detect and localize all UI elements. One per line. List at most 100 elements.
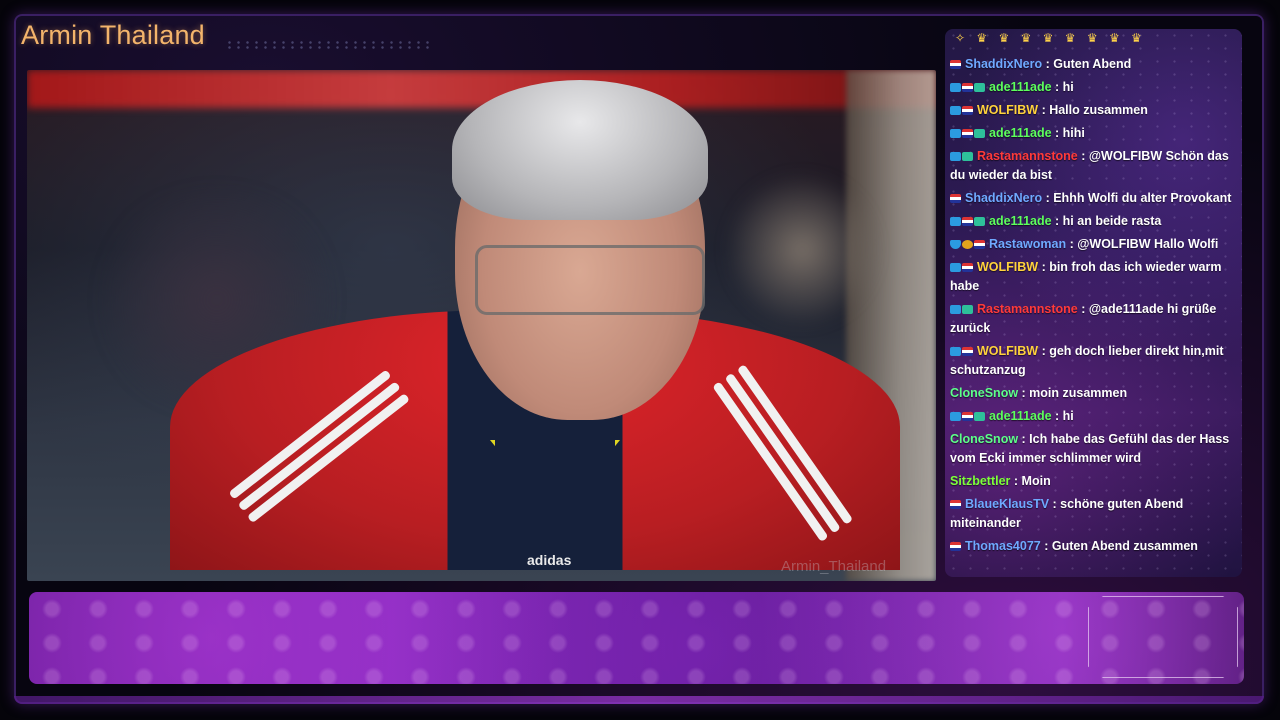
chat-message: WOLFIBW : bin froh das ich wieder warm h… (945, 256, 1242, 298)
chat-text: @WOLFIBW Hallo Wolfi (1077, 237, 1219, 251)
chat-username[interactable]: WOLFIBW (977, 103, 1038, 117)
chat-separator: : (1010, 474, 1022, 488)
flag-badge-icon (962, 216, 973, 226)
chat-text: Guten Abend (1053, 57, 1132, 71)
chat-text: Moin (1021, 474, 1051, 488)
chat-top-badges: ✧ ♛ ♛ ♛ ♛ ♛ ♛ ♛ ♛ (955, 31, 1146, 45)
sub-badge-icon (950, 411, 961, 421)
flag-badge-icon (974, 239, 985, 249)
chat-username[interactable]: BlaueKlausTV (965, 497, 1049, 511)
flag-badge-icon (962, 346, 973, 356)
shield-badge-icon (950, 239, 961, 249)
chat-message: ShaddixNero : Ehhh Wolfi du alter Provok… (945, 187, 1242, 210)
chat-badges (950, 300, 974, 319)
chat-message: ade111ade : hi (945, 405, 1242, 428)
chat-separator: : (1051, 80, 1063, 94)
chat-text: hi an beide rasta (1062, 214, 1162, 228)
sub-badge-icon (950, 346, 961, 356)
chat-username[interactable]: Rastamannstone (977, 302, 1078, 316)
chat-message: ade111ade : hi (945, 76, 1242, 99)
chat-username[interactable]: ade111ade (989, 80, 1052, 94)
chat-text: hihi (1062, 126, 1085, 140)
chat-separator: : (1038, 344, 1050, 358)
chat-username[interactable]: ShaddixNero (965, 57, 1042, 71)
sub-badge-icon (950, 151, 961, 161)
chat-username[interactable]: CloneSnow (950, 386, 1018, 400)
chat-username[interactable]: Rastamannstone (977, 149, 1078, 163)
sub-badge-icon (950, 105, 961, 115)
chat-panel[interactable]: ✧ ♛ ♛ ♛ ♛ ♛ ♛ ♛ ♛ ShaddixNero : Guten Ab… (945, 29, 1242, 577)
chat-username[interactable]: ade111ade (989, 126, 1052, 140)
chat-username[interactable]: WOLFIBW (977, 260, 1038, 274)
chat-username[interactable]: ShaddixNero (965, 191, 1042, 205)
flag-badge-icon (962, 82, 973, 92)
chat-badges (950, 235, 986, 254)
chat-badges (950, 342, 974, 361)
chat-separator: : (1077, 302, 1089, 316)
chat-separator: : (1038, 260, 1050, 274)
chat-username[interactable]: Rastawoman (989, 237, 1066, 251)
chat-separator: : (1042, 191, 1054, 205)
chat-separator: : (1040, 539, 1052, 553)
bottom-corner-frame (1088, 596, 1238, 678)
chat-text: Ehhh Wolfi du alter Provokant (1053, 191, 1232, 205)
flag-badge-icon (950, 59, 961, 69)
sub-badge-icon (950, 128, 961, 138)
chat-text: Guten Abend zusammen (1051, 539, 1198, 553)
chat-separator: : (1038, 103, 1050, 117)
sub-badge-icon (950, 216, 961, 226)
chat-message: ade111ade : hi an beide rasta (945, 210, 1242, 233)
stream-title: Armin Thailand (21, 20, 205, 50)
chat-badges (950, 101, 974, 120)
chat-username[interactable]: Thomas4077 (965, 539, 1041, 553)
chat-message: BlaueKlausTV : schöne guten Abend mitein… (945, 493, 1242, 535)
chat-separator: : (1051, 214, 1063, 228)
chat-text: Hallo zusammen (1049, 103, 1148, 117)
chat-separator: : (1018, 432, 1030, 446)
chat-message: ShaddixNero : Guten Abend (945, 53, 1242, 76)
chat-badges (950, 147, 974, 166)
game-badge-icon (962, 151, 973, 161)
chat-badges (950, 78, 986, 97)
chat-text: hi (1062, 80, 1074, 94)
flag-badge-icon (950, 193, 961, 203)
streamer-hair (452, 80, 708, 220)
chat-username[interactable]: ade111ade (989, 409, 1052, 423)
chat-text: hi (1062, 409, 1074, 423)
sub-badge-icon (950, 82, 961, 92)
flag-badge-icon (950, 499, 961, 509)
chat-message: ade111ade : hihi (945, 122, 1242, 145)
chat-separator: : (1051, 126, 1063, 140)
video-watermark: Armin_Thailand (781, 558, 887, 575)
chat-message: CloneSnow : Ich habe das Gefühl das der … (945, 428, 1242, 470)
bottom-banner (29, 592, 1244, 684)
background-red-light (27, 70, 936, 108)
flag-badge-icon (962, 411, 973, 421)
chat-separator: : (1042, 57, 1054, 71)
chat-separator: : (1066, 237, 1078, 251)
chat-message-list: ShaddixNero : Guten Abend ade111ade : hi W… (945, 53, 1242, 558)
shirt-logo: adidas (527, 552, 572, 568)
chat-username[interactable]: WOLFIBW (977, 344, 1038, 358)
chat-message: Rastawoman : @WOLFIBW Hallo Wolfi (945, 233, 1242, 256)
chat-username[interactable]: Sitzbettler (950, 474, 1010, 488)
chat-separator: : (1051, 409, 1063, 423)
chat-username[interactable]: CloneSnow (950, 432, 1018, 446)
chat-message: Rastamannstone : @WOLFIBW Schön das du w… (945, 145, 1242, 187)
chat-text: moin zusammen (1029, 386, 1128, 400)
chat-badges (950, 212, 986, 231)
chat-badges (950, 189, 962, 208)
chat-badges (950, 495, 962, 514)
flag-badge-icon (950, 541, 961, 551)
game-badge-icon (974, 82, 985, 92)
chat-message: Rastamannstone : @ade111ade hi grüße zur… (945, 298, 1242, 340)
chat-message: WOLFIBW : geh doch lieber direkt hin,mit… (945, 340, 1242, 382)
chat-message: CloneSnow : moin zusammen (945, 382, 1242, 405)
chat-badges (950, 55, 962, 74)
background-blur (727, 170, 877, 330)
chat-username[interactable]: ade111ade (989, 214, 1052, 228)
chat-badges (950, 124, 986, 143)
game-badge-icon (974, 411, 985, 421)
game-badge-icon (974, 216, 985, 226)
coin-badge-icon (962, 239, 973, 249)
